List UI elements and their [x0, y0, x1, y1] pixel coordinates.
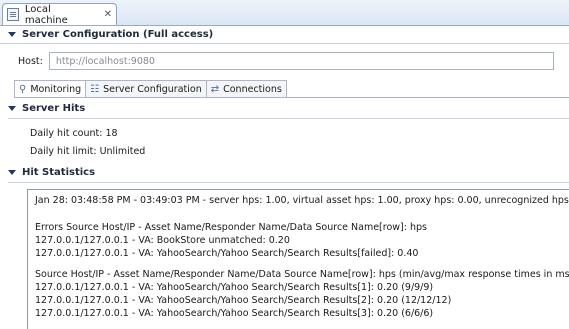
close-icon[interactable]: ✕ — [104, 9, 112, 20]
editor-tab-strip: Local machine ✕ — [0, 0, 569, 26]
host-input[interactable] — [48, 52, 554, 70]
tab-connections[interactable]: ⇄ Connections — [205, 80, 287, 98]
connections-icon: ⇄ — [210, 84, 220, 95]
collapse-triangle-icon — [8, 32, 16, 37]
server-hits-header: Server Hits — [22, 103, 86, 114]
stats-line: 127.0.0.1/127.0.0.1 - VA: YahooSearch/Ya… — [35, 248, 419, 259]
hit-statistics-textarea[interactable]: Jan 28: 03:48:58 PM - 03:49:03 PM - serv… — [27, 189, 569, 329]
stats-line: 127.0.0.1/127.0.0.1 - VA: YahooSearch/Ya… — [35, 295, 452, 306]
stats-line: 127.0.0.1/127.0.0.1 - VA: YahooSearch/Ya… — [35, 282, 434, 293]
editor-subtabs: ⚲ Monitoring ☷ Server Configuration ⇄ Co… — [14, 80, 287, 98]
host-row: Host: — [18, 51, 554, 71]
tab-monitoring-label: Monitoring — [30, 84, 82, 95]
stats-line: Errors Source Host/IP - Asset Name/Respo… — [35, 222, 427, 233]
section-divider — [8, 118, 569, 119]
stats-line: Source Host/IP - Asset Name/Responder Na… — [35, 269, 569, 280]
stats-line: Jan 28: 03:48:58 PM - 03:49:03 PM - serv… — [35, 195, 569, 206]
subtab-divider — [14, 97, 569, 98]
hit-statistics-section-toggle[interactable]: Hit Statistics — [8, 167, 95, 178]
document-icon — [7, 8, 19, 21]
server-hits-section-toggle[interactable]: Server Hits — [8, 103, 85, 114]
editor-tab-title: Local machine — [24, 3, 68, 26]
server-config-header: Server Configuration (Full access) — [22, 29, 214, 40]
tab-monitoring[interactable]: ⚲ Monitoring — [14, 80, 87, 98]
stats-line: 127.0.0.1/127.0.0.1 - VA: YahooSearch/Ya… — [35, 308, 434, 319]
collapse-triangle-icon — [8, 106, 16, 111]
magnifier-icon: ⚲ — [19, 84, 27, 95]
config-icon: ☷ — [90, 84, 100, 95]
daily-hit-limit: Daily hit limit: Unlimited — [30, 146, 146, 157]
collapse-triangle-icon — [8, 170, 16, 175]
hit-statistics-header: Hit Statistics — [22, 167, 96, 178]
section-divider — [8, 182, 569, 183]
section-divider — [0, 43, 569, 44]
tab-server-configuration[interactable]: ☷ Server Configuration — [85, 80, 207, 98]
editor-tab-local-machine[interactable]: Local machine ✕ — [2, 3, 117, 26]
daily-hit-count: Daily hit count: 18 — [30, 128, 118, 139]
server-config-section-toggle[interactable]: Server Configuration (Full access) — [8, 29, 213, 40]
stats-line: 127.0.0.1/127.0.0.1 - VA: BookStore unma… — [35, 235, 290, 246]
tab-connections-label: Connections — [223, 84, 282, 95]
tab-server-configuration-label: Server Configuration — [103, 84, 202, 95]
host-label: Host: — [18, 55, 43, 67]
